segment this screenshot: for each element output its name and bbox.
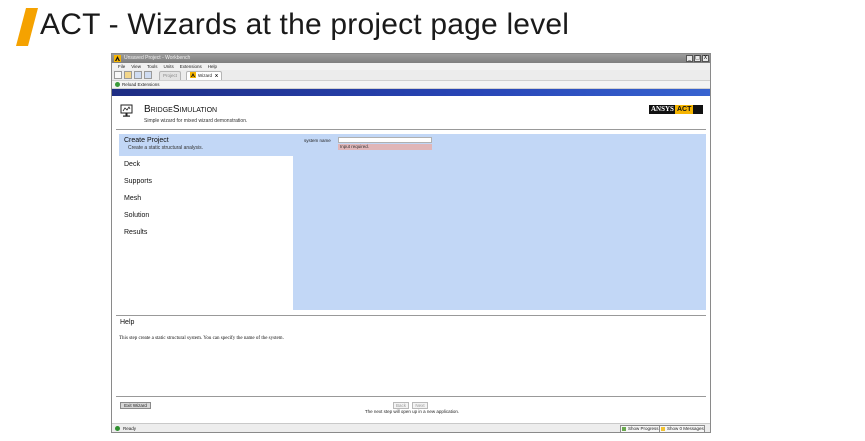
status-text: Ready [123, 426, 137, 431]
next-button[interactable]: Next [412, 402, 428, 409]
reload-extensions-button[interactable]: Reload Extensions [122, 81, 160, 89]
close-button[interactable]: X [702, 55, 709, 62]
reload-icon [115, 82, 120, 87]
step-results[interactable]: Results [119, 229, 293, 236]
footer-divider [116, 396, 706, 397]
show-progress-label: Show Progress [628, 426, 659, 431]
menu-tools[interactable]: Tools [147, 63, 158, 70]
orange-slash-accent [16, 8, 38, 46]
menu-help[interactable]: Help [208, 63, 217, 70]
system-name-input[interactable] [338, 137, 432, 143]
wizard-title-part-1: RIDGE [150, 107, 173, 114]
save-icon[interactable] [134, 71, 142, 79]
workbench-icon [114, 55, 121, 62]
header-accent-bar [112, 89, 710, 96]
step-deck[interactable]: Deck [119, 161, 293, 168]
window-title: Unsaved Project - Workbench [124, 55, 191, 61]
menu-bar: File View Tools Units Extensions Help [112, 63, 710, 70]
open-folder-icon[interactable] [124, 71, 132, 79]
wizard-title-initial-1: B [144, 104, 151, 115]
ansys-logo-text: ANSYS [651, 105, 674, 113]
wizard-title: BRIDGESIMULATION [144, 104, 217, 115]
new-file-icon[interactable] [114, 71, 122, 79]
window-titlebar: Unsaved Project - Workbench _ □ X [112, 54, 710, 63]
status-bar: Ready Show Progress Show 0 Messages [112, 423, 710, 432]
tab-wizard[interactable]: Wizard X [186, 71, 223, 80]
step-supports[interactable]: Supports [119, 178, 293, 185]
wizard-title-part-2: IMULATION [179, 107, 218, 114]
toolbar: Project Wizard X [112, 70, 710, 81]
show-messages-button[interactable]: Show 0 Messages [659, 425, 705, 432]
help-title: Help [120, 319, 135, 326]
slide-title: ACT - Wizards at the project page level [40, 8, 570, 41]
maximize-button[interactable]: □ [694, 55, 701, 62]
menu-units[interactable]: Units [163, 63, 173, 70]
help-divider [116, 315, 706, 316]
minimize-button[interactable]: _ [686, 55, 693, 62]
ansys-act-logo: ANSYS ACT [649, 105, 703, 114]
input-required-error: Input required. [338, 144, 432, 150]
step-mesh[interactable]: Mesh [119, 195, 293, 202]
project-tab-label: Project [163, 73, 178, 78]
monitor-icon [120, 104, 133, 117]
next-step-note: The next step will open up in a new appl… [364, 409, 460, 414]
workbench-icon [190, 72, 196, 78]
save-as-icon[interactable] [144, 71, 152, 79]
menu-extensions[interactable]: Extensions [180, 63, 202, 70]
step-solution[interactable]: Solution [119, 212, 293, 219]
step-content-panel: system name Input required. [293, 134, 706, 310]
step-description: Create a static structural analysis. [128, 145, 204, 151]
wizard-tab-label: Wizard [198, 73, 213, 78]
act-logo-text: ACT [674, 105, 694, 114]
status-ok-icon [115, 426, 120, 431]
step-label: Create Project [124, 137, 169, 144]
header-divider [116, 129, 706, 130]
messages-icon [661, 427, 665, 431]
system-name-label: system name [304, 138, 331, 143]
wizard-title-initial-2: S [172, 104, 180, 115]
back-button[interactable]: Back [393, 402, 409, 409]
help-text: This step create a static structural sys… [119, 336, 284, 341]
step-create-project[interactable]: Create Project Create a static structura… [119, 134, 293, 156]
menu-view[interactable]: View [131, 63, 141, 70]
close-tab-icon[interactable]: X [215, 73, 218, 78]
tab-project[interactable]: Project [159, 71, 182, 80]
wizard-step-list: Create Project Create a static structura… [119, 134, 293, 310]
show-progress-button[interactable]: Show Progress [620, 425, 660, 432]
extensions-bar: Reload Extensions [112, 81, 710, 89]
workbench-window: Unsaved Project - Workbench _ □ X File V… [111, 53, 711, 433]
exit-wizard-button[interactable]: Exit Wizard [120, 402, 151, 409]
progress-icon [622, 427, 626, 431]
wizard-subtitle: Simple wizard for mixed wizard demonstra… [144, 118, 248, 124]
menu-file[interactable]: File [118, 63, 125, 70]
window-controls: _ □ X [686, 55, 709, 62]
show-messages-label: Show 0 Messages [667, 426, 704, 431]
